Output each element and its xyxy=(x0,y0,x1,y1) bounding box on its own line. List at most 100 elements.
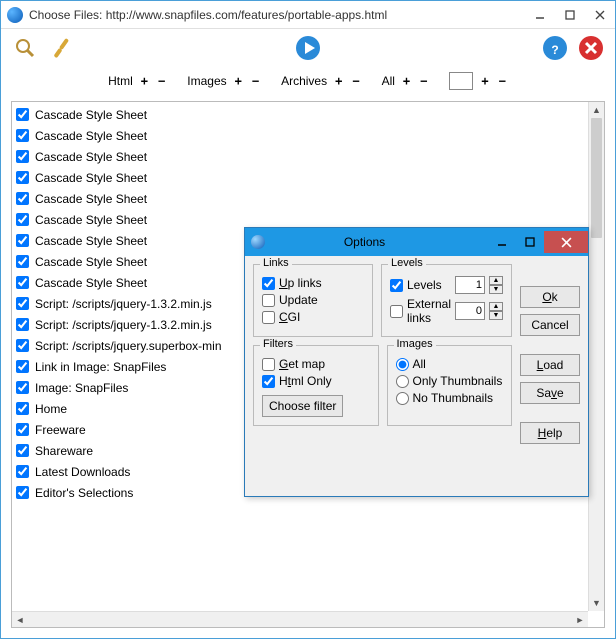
list-item-label: Home xyxy=(35,402,67,416)
list-item-checkbox[interactable] xyxy=(16,318,29,331)
scroll-right-icon[interactable]: ► xyxy=(572,612,588,628)
search-icon[interactable] xyxy=(11,34,39,62)
filter-bar: Html + − Images + − Archives + − All + −… xyxy=(1,67,615,95)
list-item-checkbox[interactable] xyxy=(16,192,29,205)
ok-button[interactable]: Ok xyxy=(520,286,580,308)
images-group: Images All Only Thumbnails No Thumbnails xyxy=(387,345,513,426)
horizontal-scrollbar[interactable]: ◄ ► xyxy=(12,611,588,627)
scroll-up-icon[interactable]: ▲ xyxy=(589,102,604,118)
dialog-maximize-button[interactable] xyxy=(516,231,544,253)
list-item-checkbox[interactable] xyxy=(16,444,29,457)
list-item[interactable]: Cascade Style Sheet xyxy=(14,188,586,209)
images-plus[interactable]: + xyxy=(233,74,244,88)
choose-filter-button[interactable]: Choose filter xyxy=(262,395,343,417)
titlebar: Choose Files: http://www.snapfiles.com/f… xyxy=(1,1,615,29)
archives-plus[interactable]: + xyxy=(333,74,344,88)
archives-minus[interactable]: − xyxy=(350,74,361,88)
list-item-checkbox[interactable] xyxy=(16,486,29,499)
dialog-close-button[interactable] xyxy=(544,231,588,253)
filter-images-label: Images xyxy=(187,74,226,88)
html-minus[interactable]: − xyxy=(156,74,167,88)
external-links-value[interactable]: 0 xyxy=(455,302,485,320)
list-item-label: Link in Image: SnapFiles xyxy=(35,360,166,374)
images-only-thumbs-radio[interactable]: Only Thumbnails xyxy=(396,374,504,388)
list-item-label: Script: /scripts/jquery-1.3.2.min.js xyxy=(35,297,212,311)
dialog-titlebar: Options xyxy=(245,228,588,256)
htmlonly-checkbox[interactable]: Html Only xyxy=(262,374,370,388)
images-legend: Images xyxy=(394,338,436,350)
help-button[interactable]: Help xyxy=(520,422,580,444)
filter-html-label: Html xyxy=(108,74,133,88)
external-links-spinner[interactable]: External links 0 ▲▼ xyxy=(390,297,503,325)
toolbar: ? xyxy=(1,29,615,67)
list-item-checkbox[interactable] xyxy=(16,255,29,268)
options-dialog: Options Links Up links Update CGI Levels xyxy=(244,227,589,497)
uplinks-checkbox[interactable]: Up links xyxy=(262,276,364,290)
cgi-checkbox[interactable]: CGI xyxy=(262,310,364,324)
list-item-checkbox[interactable] xyxy=(16,129,29,142)
help-icon[interactable]: ? xyxy=(541,34,569,62)
list-item-checkbox[interactable] xyxy=(16,339,29,352)
update-checkbox[interactable]: Update xyxy=(262,293,364,307)
levels-value[interactable]: 1 xyxy=(455,276,485,294)
list-item-checkbox[interactable] xyxy=(16,108,29,121)
save-button[interactable]: Save xyxy=(520,382,580,404)
all-plus[interactable]: + xyxy=(401,74,412,88)
color-minus[interactable]: − xyxy=(497,74,508,88)
list-item-checkbox[interactable] xyxy=(16,465,29,478)
list-item[interactable]: Cascade Style Sheet xyxy=(14,146,586,167)
images-no-thumbs-radio[interactable]: No Thumbnails xyxy=(396,391,504,405)
list-item-checkbox[interactable] xyxy=(16,360,29,373)
images-all-radio[interactable]: All xyxy=(396,357,504,371)
main-window: Choose Files: http://www.snapfiles.com/f… xyxy=(0,0,616,639)
scroll-down-icon[interactable]: ▼ xyxy=(589,595,604,611)
list-item-checkbox[interactable] xyxy=(16,297,29,310)
list-item-checkbox[interactable] xyxy=(16,423,29,436)
vertical-scrollbar[interactable]: ▲ ▼ xyxy=(588,102,604,611)
external-links-checkbox[interactable] xyxy=(390,305,403,318)
html-plus[interactable]: + xyxy=(139,74,150,88)
getmap-checkbox[interactable]: Get map xyxy=(262,357,370,371)
list-item-label: Latest Downloads xyxy=(35,465,130,479)
levels-checkbox[interactable] xyxy=(390,279,403,292)
filters-group: Filters Get map Html Only Choose filter xyxy=(253,345,379,426)
levels-spinner[interactable]: Levels 1 ▲▼ xyxy=(390,276,503,294)
app-icon xyxy=(7,7,23,23)
settings-icon[interactable] xyxy=(47,34,75,62)
list-item-checkbox[interactable] xyxy=(16,234,29,247)
list-item[interactable]: Cascade Style Sheet xyxy=(14,104,586,125)
play-icon[interactable] xyxy=(294,34,322,62)
list-item-checkbox[interactable] xyxy=(16,213,29,226)
close-button[interactable] xyxy=(585,4,615,26)
scroll-thumb[interactable] xyxy=(591,118,602,238)
cancel-button[interactable]: Cancel xyxy=(520,314,580,336)
list-item-checkbox[interactable] xyxy=(16,150,29,163)
list-item-checkbox[interactable] xyxy=(16,171,29,184)
cancel-icon[interactable] xyxy=(577,34,605,62)
color-box[interactable] xyxy=(449,72,473,90)
scroll-left-icon[interactable]: ◄ xyxy=(12,612,28,628)
dialog-minimize-button[interactable] xyxy=(488,231,516,253)
images-minus[interactable]: − xyxy=(250,74,261,88)
all-minus[interactable]: − xyxy=(418,74,429,88)
list-item-checkbox[interactable] xyxy=(16,276,29,289)
list-item-label: Image: SnapFiles xyxy=(35,381,128,395)
list-item-label: Script: /scripts/jquery-1.3.2.min.js xyxy=(35,318,212,332)
list-item-label: Cascade Style Sheet xyxy=(35,213,147,227)
maximize-button[interactable] xyxy=(555,4,585,26)
color-plus[interactable]: + xyxy=(479,74,490,88)
list-item-label: Cascade Style Sheet xyxy=(35,276,147,290)
list-item-label: Cascade Style Sheet xyxy=(35,108,147,122)
list-item[interactable]: Cascade Style Sheet xyxy=(14,125,586,146)
load-button[interactable]: Load xyxy=(520,354,580,376)
list-item[interactable]: Cascade Style Sheet xyxy=(14,167,586,188)
list-item-label: Cascade Style Sheet xyxy=(35,192,147,206)
dialog-title: Options xyxy=(271,235,488,249)
links-group: Links Up links Update CGI xyxy=(253,264,373,337)
svg-text:?: ? xyxy=(551,43,558,57)
links-legend: Links xyxy=(260,257,292,269)
list-item-checkbox[interactable] xyxy=(16,381,29,394)
list-item-checkbox[interactable] xyxy=(16,402,29,415)
filters-legend: Filters xyxy=(260,338,296,350)
minimize-button[interactable] xyxy=(525,4,555,26)
